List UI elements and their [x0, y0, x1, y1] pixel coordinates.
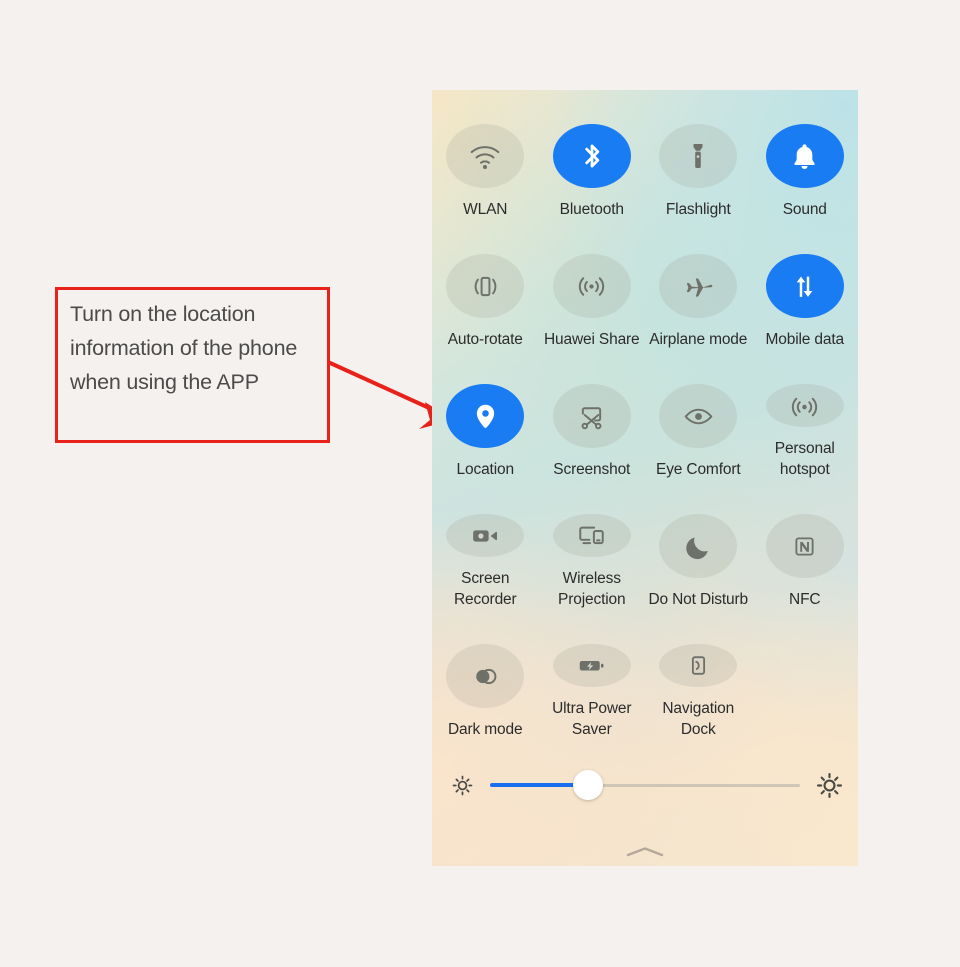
quick-tile-label: Personal hotspot [774, 440, 835, 478]
airplane-icon[interactable] [659, 254, 738, 318]
brightness-control-row [432, 762, 858, 808]
annotation-text: Turn on the location information of the … [70, 302, 298, 394]
quick-tile-do-not-disturb[interactable]: Do Not Disturb [645, 480, 752, 610]
quick-tile-label: Ultra Power Saver [552, 700, 632, 738]
quick-tile-label: NFC [789, 591, 821, 608]
quick-tile-flashlight[interactable]: Flashlight [645, 90, 752, 220]
brightness-high-icon [812, 768, 846, 802]
quick-tile-wlan[interactable]: WLAN [432, 90, 539, 220]
video-camera-icon[interactable] [446, 514, 525, 557]
quick-tile-label: Huawei Share [543, 331, 640, 348]
brightness-low-icon [446, 769, 478, 801]
quick-tile-huawei-share[interactable]: Huawei Share [539, 220, 646, 350]
cast-screen-icon[interactable] [552, 514, 631, 557]
bell-icon[interactable] [765, 124, 844, 188]
dark-mode-circles-icon[interactable] [446, 644, 525, 708]
moon-icon[interactable] [659, 514, 738, 578]
quick-tile-auto-rotate[interactable]: Auto-rotate [432, 220, 539, 350]
hotspot-icon[interactable] [765, 384, 844, 427]
bluetooth-icon[interactable] [552, 124, 631, 188]
collapse-chevron-up-icon [626, 847, 664, 857]
battery-bolt-icon[interactable] [552, 644, 631, 687]
quick-tile-ultra-power-saver[interactable]: Ultra Power Saver [539, 610, 646, 740]
quick-tile-screen-recorder[interactable]: Screen Recorder [432, 480, 539, 610]
quick-tile-label: Do Not Disturb [648, 591, 749, 608]
eye-icon[interactable] [659, 384, 738, 448]
annotation-callout-box: Turn on the location information of the … [55, 287, 330, 443]
brightness-slider[interactable] [486, 770, 804, 800]
nfc-icon[interactable] [765, 514, 844, 578]
quick-tile-navigation-dock[interactable]: Navigation Dock [645, 610, 752, 740]
quick-tile-label: Screenshot [553, 461, 631, 478]
quick-tile-mobile-data[interactable]: Mobile data [752, 220, 859, 350]
wifi-icon[interactable] [446, 124, 525, 188]
quick-tile-sound[interactable]: Sound [752, 90, 859, 220]
quick-tile-label: Navigation Dock [662, 700, 735, 738]
quick-tile-label: Eye Comfort [656, 461, 741, 478]
quick-tile-label: Airplane mode [649, 331, 748, 348]
quick-tile-label: Dark mode [448, 721, 523, 738]
auto-rotate-icon[interactable] [446, 254, 525, 318]
navigation-dock-icon[interactable] [659, 644, 738, 687]
brightness-slider-thumb[interactable] [572, 770, 603, 800]
huawei-share-icon[interactable] [552, 254, 631, 318]
quick-settings-tile-grid: WLAN Bluetooth Flashlight Sound Auto-rot… [432, 90, 858, 740]
quick-tile-label: Mobile data [765, 331, 845, 348]
quick-tile-label: Flashlight [665, 201, 731, 218]
location-pin-icon[interactable] [446, 384, 525, 448]
quick-tile-nfc[interactable]: NFC [752, 480, 859, 610]
quick-tile-personal-hotspot[interactable]: Personal hotspot [752, 350, 859, 480]
quick-tile-label: Location [456, 461, 515, 478]
mobile-data-arrows-icon[interactable] [765, 254, 844, 318]
flashlight-icon[interactable] [659, 124, 738, 188]
quick-tile-airplane-mode[interactable]: Airplane mode [645, 220, 752, 350]
quick-tile-eye-comfort[interactable]: Eye Comfort [645, 350, 752, 480]
quick-tile-dark-mode[interactable]: Dark mode [432, 610, 539, 740]
quick-tile-label: Bluetooth [559, 201, 624, 218]
quick-tile-screenshot[interactable]: Screenshot [539, 350, 646, 480]
quick-tile-label: Auto-rotate [447, 331, 523, 348]
panel-collapse-handle[interactable] [432, 846, 858, 858]
quick-tile-label: Screen Recorder [453, 570, 517, 608]
quick-tile-wireless-projection[interactable]: Wireless Projection [539, 480, 646, 610]
screenshot-scissors-icon[interactable] [552, 384, 631, 448]
quick-tile-label: Sound [782, 201, 827, 218]
quick-tile-label: Wireless Projection [558, 570, 626, 608]
quick-settings-panel: WLAN Bluetooth Flashlight Sound Auto-rot… [432, 90, 858, 866]
quick-tile-location[interactable]: Location [432, 350, 539, 480]
quick-tile-label: WLAN [463, 201, 508, 218]
quick-tile-bluetooth[interactable]: Bluetooth [539, 90, 646, 220]
